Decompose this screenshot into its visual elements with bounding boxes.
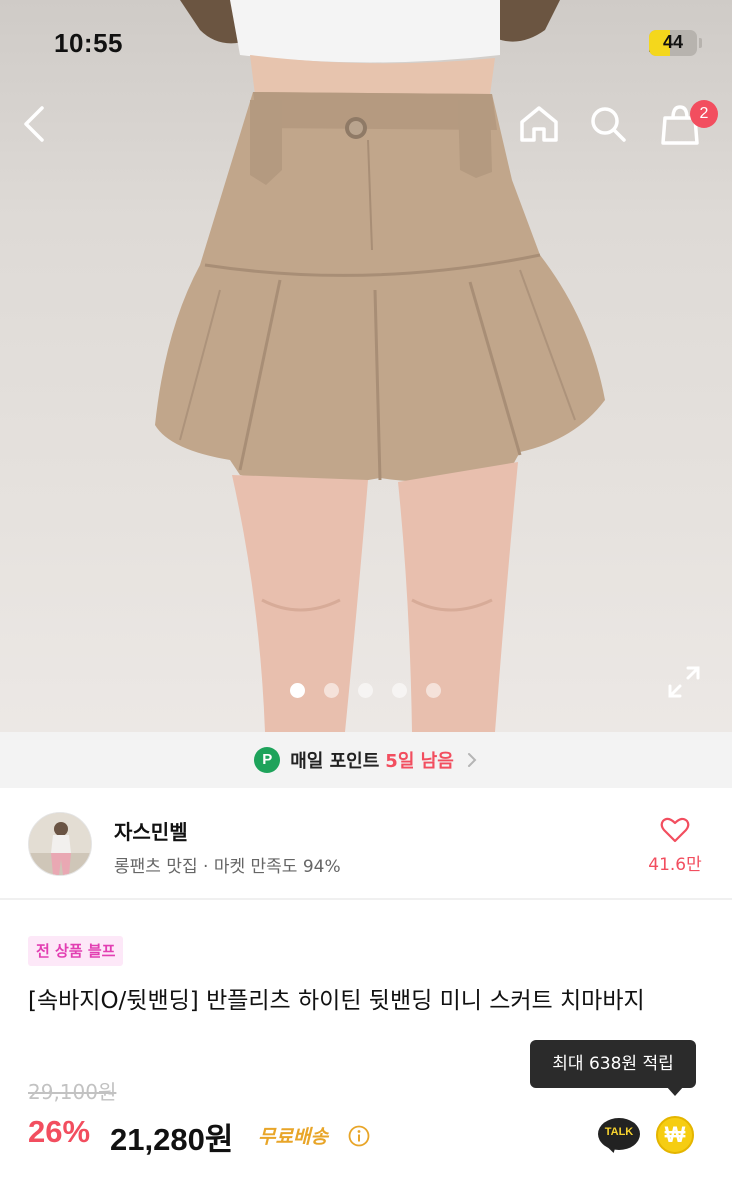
home-icon <box>520 106 558 142</box>
promo-badge: 전 상품 블프 <box>28 936 124 966</box>
kakao-talk-button[interactable]: TALK <box>598 1114 640 1156</box>
daily-point-banner[interactable]: P 매일 포인트 5일 남음 <box>0 732 732 788</box>
point-banner-text: 매일 포인트 <box>290 751 380 772</box>
gallery-pagination[interactable] <box>290 683 441 698</box>
battery-cap <box>699 38 702 48</box>
talk-label: TALK <box>604 1126 634 1138</box>
pagination-dot[interactable] <box>324 683 339 698</box>
shop-description: 롱팬츠 맛집 · 마켓 만족도 94% <box>114 857 341 877</box>
point-icon: P <box>254 747 281 773</box>
shop-info[interactable]: 자스민벨 롱팬츠 맛집 · 마켓 만족도 94% 41.6만 <box>0 788 732 900</box>
battery-icon: 44 <box>649 30 697 56</box>
fullscreen-button[interactable] <box>666 664 702 700</box>
chevron-right-icon <box>467 753 477 767</box>
back-button[interactable] <box>20 104 66 150</box>
search-button[interactable] <box>588 104 634 150</box>
avatar-image <box>29 813 91 875</box>
status-time: 10:55 <box>54 28 123 58</box>
product-image[interactable]: 10:55 44 2 <box>0 0 732 732</box>
free-shipping-label: 무료배송 <box>258 1126 328 1148</box>
search-icon <box>591 107 626 142</box>
cart-count-badge: 2 <box>690 100 718 128</box>
shop-avatar[interactable] <box>28 812 92 876</box>
shop-name[interactable]: 자스민벨 <box>114 816 188 845</box>
reward-won-button[interactable]: ₩ <box>656 1116 694 1154</box>
point-days-left: 5일 남음 <box>385 751 454 772</box>
pagination-dot[interactable] <box>426 683 441 698</box>
status-bar: 10:55 44 <box>0 0 732 90</box>
home-button[interactable] <box>518 104 564 150</box>
chevron-left-icon <box>24 106 44 142</box>
sale-price: 21,280원 <box>110 1122 234 1157</box>
tooltip-arrow <box>666 1086 684 1096</box>
discount-rate: 26% <box>28 1114 91 1149</box>
info-icon <box>348 1125 370 1147</box>
like-count: 41.6만 <box>648 855 702 875</box>
reward-tooltip: 최대 638원 적립 <box>530 1040 696 1088</box>
heart-icon <box>660 817 690 843</box>
status-icons: 44 <box>649 30 702 56</box>
original-price: 29,100원 <box>28 1080 117 1104</box>
pagination-dot[interactable] <box>358 683 373 698</box>
like-button[interactable]: 41.6만 <box>642 814 708 878</box>
shipping-info-button[interactable] <box>348 1125 370 1147</box>
expand-icon <box>668 666 700 698</box>
pagination-dot[interactable] <box>290 683 305 698</box>
pagination-dot[interactable] <box>392 683 407 698</box>
product-title: [속바지O/뒷밴딩] 반플리츠 하이틴 뒷밴딩 미니 스커트 치마바지 <box>28 988 645 1014</box>
battery-percent: 44 <box>662 32 684 52</box>
